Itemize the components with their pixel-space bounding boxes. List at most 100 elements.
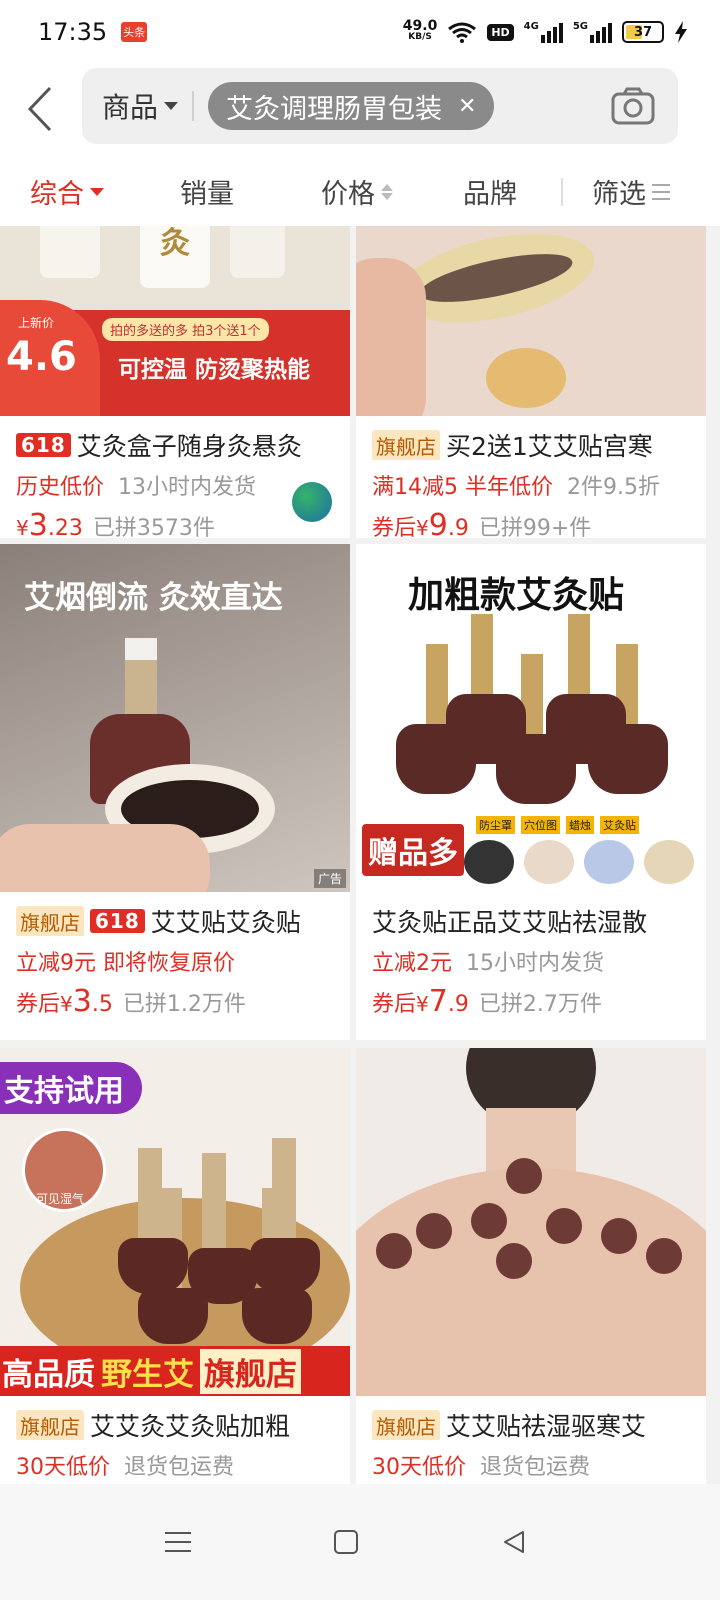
search-scope-dropdown[interactable]: 商品 bbox=[102, 86, 179, 126]
product-promo: 满14减5 半年低价 2件9.5折 bbox=[356, 460, 706, 500]
moxa-cup bbox=[646, 1238, 682, 1274]
product-card[interactable]: 旗舰店 买2送1艾艾贴宫寒 满14减5 半年低价 2件9.5折 券后¥9.9 已… bbox=[356, 226, 706, 543]
flagship-store-tag: 旗舰店 bbox=[16, 905, 84, 936]
promo-tag: 立减9元 即将恢复原价 bbox=[16, 951, 235, 976]
currency-symbol: ¥ bbox=[16, 516, 29, 540]
camera-search-icon[interactable] bbox=[610, 86, 656, 126]
moxa-cup bbox=[588, 724, 668, 794]
shipping-info: 13小时内发货 bbox=[118, 475, 257, 500]
product-title: 旗舰店 艾艾贴祛湿驱寒艾 bbox=[356, 1396, 706, 1440]
product-card[interactable]: 加粗款艾灸贴 赠品多 防尘罩 穴位图 蜡烛 艾灸贴 艾灸贴正品艾艾贴祛湿散 立减… bbox=[356, 544, 706, 1040]
back-arrow-icon[interactable] bbox=[22, 84, 62, 134]
promo-tag: 立减2元 bbox=[372, 951, 452, 976]
gift-item-label: 穴位图 bbox=[521, 816, 560, 834]
618-badge: 618 bbox=[16, 433, 71, 457]
product-price: 券后¥3.5 已拼1.2万件 bbox=[0, 976, 350, 1019]
search-query-chip[interactable]: 艾灸调理肠胃包装 ✕ bbox=[208, 82, 495, 130]
home-nav-button[interactable] bbox=[316, 1512, 376, 1572]
moist-spot bbox=[486, 348, 566, 408]
product-image: 艾烟倒流 灸效直达 广告 bbox=[0, 544, 350, 892]
flagship-store-tag: 旗舰店 bbox=[16, 1409, 84, 1440]
sort-comprehensive-tab[interactable]: 综合 bbox=[30, 172, 104, 211]
gift-item-label: 蜡烛 bbox=[566, 816, 594, 834]
gift-badge: 赠品多 bbox=[362, 824, 464, 876]
product-title-text: 艾艾灸艾灸贴加粗 bbox=[90, 1412, 291, 1440]
moxa-cup bbox=[416, 1213, 452, 1249]
product-title-text: 买2送1艾艾贴宫寒 bbox=[446, 432, 653, 460]
product-card[interactable]: 艾烟倒流 灸效直达 广告 旗舰店 618 艾艾贴艾灸贴 立减9元 即将恢复原价 … bbox=[0, 544, 350, 1040]
product-image: 支持试用 可见湿气 高品质 野生艾 旗舰店 bbox=[0, 1048, 350, 1396]
product-promo: 立减2元 15小时内发货 bbox=[356, 936, 706, 976]
charging-icon bbox=[675, 21, 687, 43]
banner-text-a: 高品质 bbox=[2, 1356, 95, 1393]
image-ribbon: 拍的多送的多 拍3个送1个 bbox=[102, 318, 269, 341]
coupon-price-label: 券后 bbox=[372, 516, 417, 541]
sort-sales-tab[interactable]: 销量 bbox=[180, 172, 234, 211]
net-speed-unit: KB/S bbox=[408, 32, 432, 42]
status-bar: 17:35 头条 49.0 KB/S HD 4G 5G 37 bbox=[0, 0, 720, 64]
gift-item-image bbox=[464, 840, 514, 884]
sort-price-label: 价格 bbox=[321, 179, 375, 210]
bottle-label: 灸 bbox=[160, 226, 190, 261]
product-title: 艾灸贴正品艾艾贴祛湿散 bbox=[356, 892, 706, 936]
menu-icon bbox=[165, 1532, 191, 1552]
promo-tag: 满14减5 半年低价 bbox=[372, 475, 553, 500]
search-query-text: 艾灸调理肠胃包装 bbox=[226, 93, 443, 125]
coupon-price-label: 券后 bbox=[372, 992, 417, 1017]
banner-text-b: 野生艾 bbox=[101, 1356, 194, 1393]
filter-button[interactable]: 筛选 bbox=[592, 172, 670, 211]
search-box[interactable]: 商品 艾灸调理肠胃包装 ✕ bbox=[82, 68, 678, 144]
moxa-cup bbox=[601, 1218, 637, 1254]
sold-count: 已拼1.2万件 bbox=[122, 992, 246, 1017]
product-promo: 30天低价 退货包运费 bbox=[0, 1440, 350, 1480]
moxa-cup bbox=[376, 1233, 412, 1269]
banner-text-c: 旗舰店 bbox=[200, 1348, 301, 1394]
image-price-label: 上新价 bbox=[18, 316, 55, 330]
product-card[interactable]: 旗舰店 艾艾贴祛湿驱寒艾 30天低价 退货包运费 bbox=[356, 1048, 706, 1484]
clear-query-icon[interactable]: ✕ bbox=[458, 94, 476, 119]
dropdown-arrow-icon bbox=[164, 102, 179, 110]
discount-info: 2件9.5折 bbox=[567, 475, 660, 500]
coupon-price-label: 券后 bbox=[16, 992, 61, 1017]
sort-bar: 综合 销量 价格 品牌 筛选 bbox=[0, 156, 720, 226]
sort-price-tab[interactable]: 价格 bbox=[321, 172, 393, 211]
net-speed: 49.0 KB/S bbox=[403, 19, 438, 43]
price-integer: 7 bbox=[428, 984, 448, 1019]
shipping-info: 15小时内发货 bbox=[466, 951, 604, 976]
battery-level: 37 bbox=[633, 24, 653, 40]
signal-5g-label: 5G bbox=[572, 21, 588, 32]
product-title: 618 艾灸盒子随身灸悬灸 bbox=[0, 416, 350, 460]
product-title-text: 艾艾贴祛湿驱寒艾 bbox=[446, 1412, 647, 1440]
floating-globe-icon[interactable] bbox=[292, 482, 332, 522]
product-image: 加粗款艾灸贴 赠品多 防尘罩 穴位图 蜡烛 艾灸贴 bbox=[356, 544, 706, 892]
gift-items: 防尘罩 穴位图 蜡烛 艾灸贴 bbox=[476, 816, 639, 834]
sold-count: 已拼99+件 bbox=[478, 516, 592, 541]
product-price: 券后¥9.9 已拼99+件 bbox=[356, 500, 706, 543]
hand bbox=[0, 824, 210, 892]
promo-tag: 30天低价 bbox=[16, 1455, 110, 1480]
moxa-cup bbox=[506, 1158, 542, 1194]
moxa-cup bbox=[118, 1238, 188, 1294]
moxa-cup bbox=[250, 1238, 320, 1294]
moxa-cup bbox=[546, 1208, 582, 1244]
product-image: 灸 上新价 4.6 拍的多送的多 拍3个送1个 可控温 防烫聚热能 bbox=[0, 226, 350, 416]
currency-symbol: ¥ bbox=[416, 516, 429, 540]
gift-item-label: 防尘罩 bbox=[476, 816, 515, 834]
sort-brand-label: 品牌 bbox=[463, 179, 517, 210]
moxa-cup bbox=[471, 1203, 507, 1239]
sort-sales-label: 销量 bbox=[180, 179, 234, 210]
product-card[interactable]: 灸 上新价 4.6 拍的多送的多 拍3个送1个 可控温 防烫聚热能 618 艾灸… bbox=[0, 226, 350, 543]
product-bottle bbox=[40, 226, 100, 278]
divider bbox=[561, 178, 563, 206]
search-header: 商品 艾灸调理肠胃包装 ✕ bbox=[0, 64, 720, 156]
moxa-ash bbox=[125, 638, 157, 660]
gift-item-image bbox=[584, 840, 634, 884]
menu-nav-button[interactable] bbox=[148, 1512, 208, 1572]
product-title-text: 艾艾贴艾灸贴 bbox=[150, 908, 301, 936]
sort-brand-tab[interactable]: 品牌 bbox=[463, 172, 517, 211]
back-nav-button[interactable] bbox=[484, 1512, 544, 1572]
product-card[interactable]: 支持试用 可见湿气 高品质 野生艾 旗舰店 旗舰店 艾艾灸艾灸贴加粗 30天低价… bbox=[0, 1048, 350, 1484]
image-headline: 艾烟倒流 灸效直达 bbox=[24, 580, 283, 616]
sort-order-icon bbox=[381, 183, 393, 200]
image-headline: 加粗款艾灸贴 bbox=[408, 575, 625, 616]
